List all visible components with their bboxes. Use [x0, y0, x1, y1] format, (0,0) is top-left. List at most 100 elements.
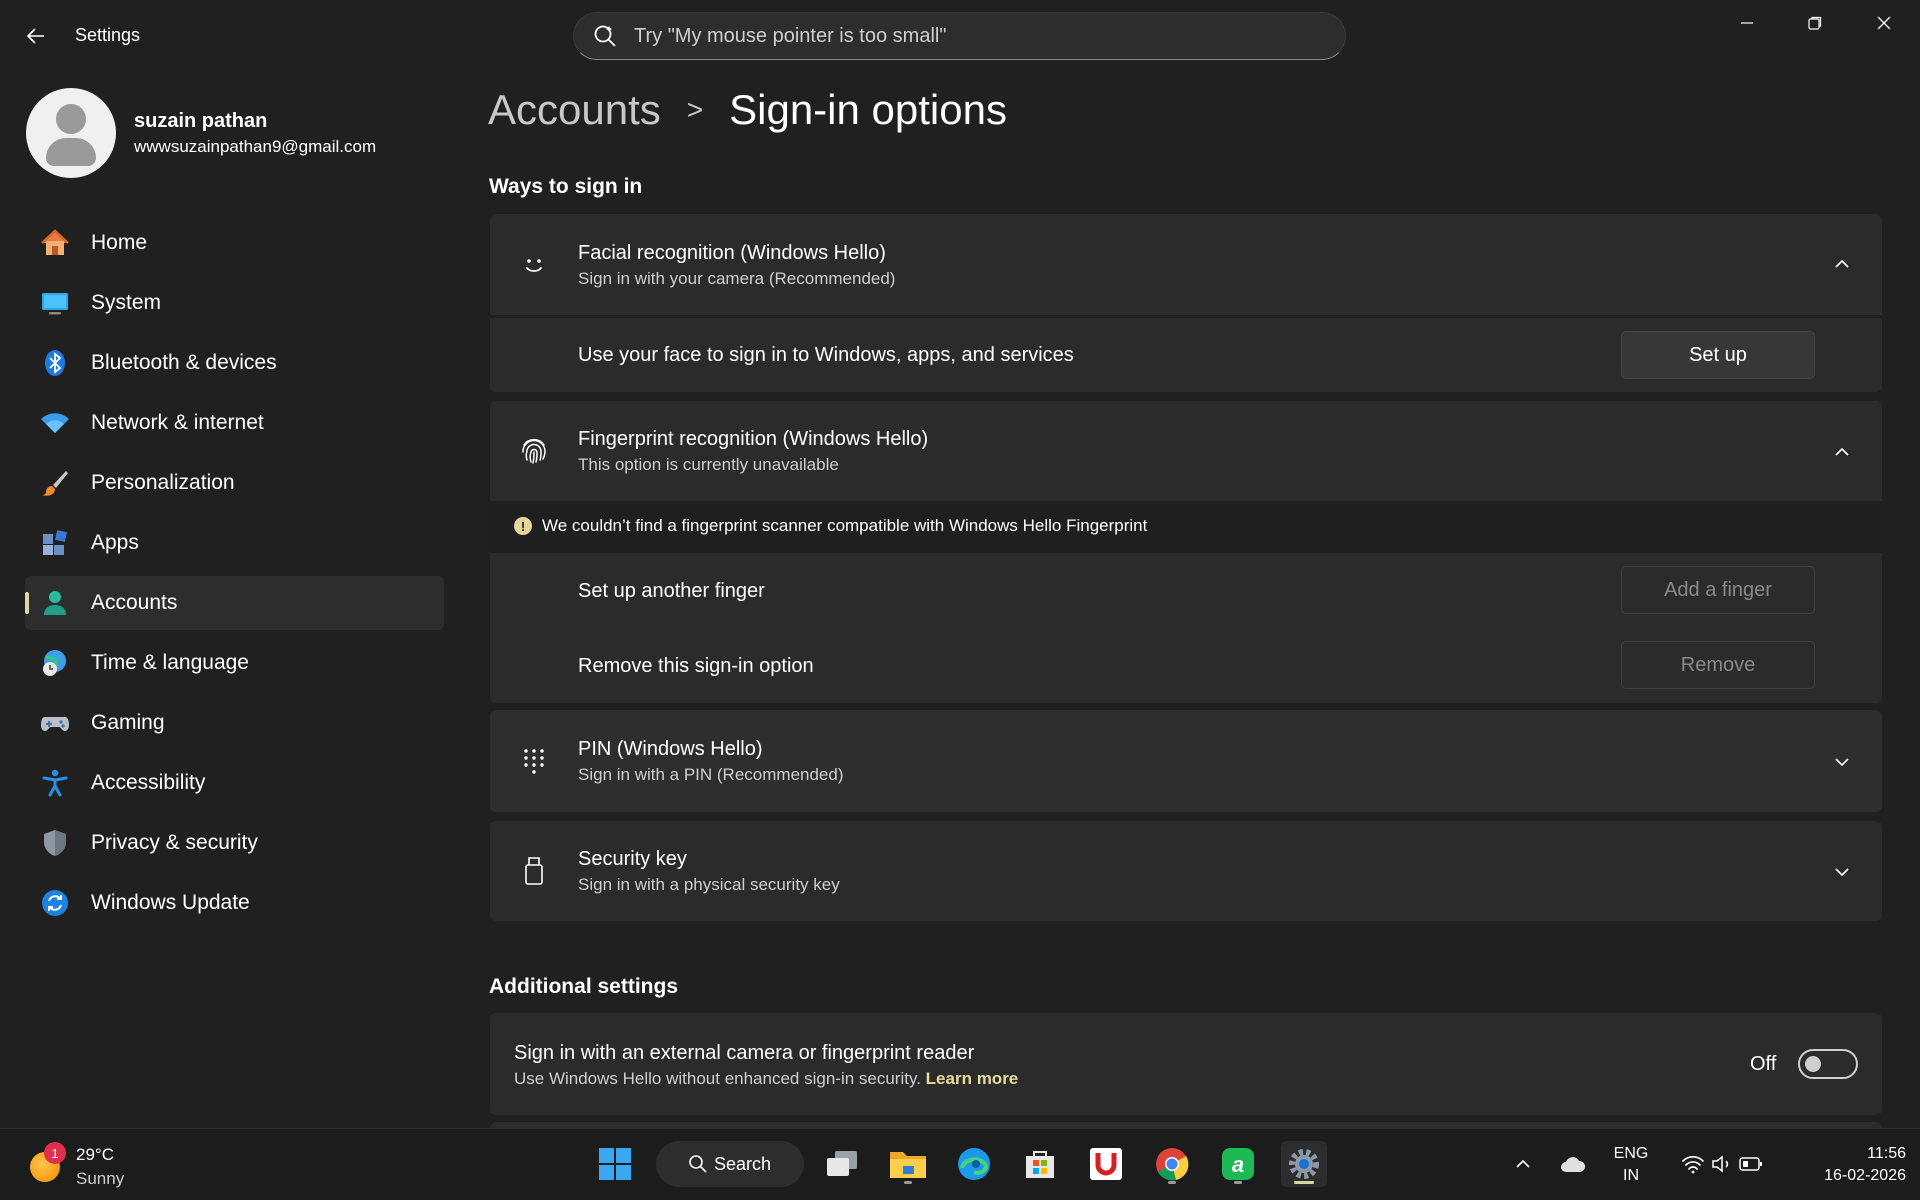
card-subtitle: Sign in with a physical security key: [578, 875, 840, 894]
wifi-icon: [1682, 1155, 1704, 1174]
card-title: Facial recognition (Windows Hello): [578, 242, 886, 264]
warning-icon: !: [514, 517, 532, 535]
row-label-remove-option: Remove this sign-in option: [578, 655, 814, 677]
settings-taskbar-button[interactable]: [1281, 1141, 1327, 1187]
sidebar-item-accounts[interactable]: Accounts: [25, 576, 444, 630]
svg-text:a: a: [1232, 1152, 1244, 1177]
sidebar-item-label: System: [91, 291, 162, 314]
clock[interactable]: 11:56 16-02-2026: [1790, 1143, 1906, 1187]
sidebar-item-label: Accessibility: [91, 771, 206, 794]
profile-email: wwwsuzainpathan9@gmail.com: [134, 136, 377, 156]
section-title-additional-settings: Additional settings: [489, 975, 678, 998]
sidebar-item-gaming[interactable]: Gaming: [25, 696, 444, 750]
close-icon: [1877, 16, 1891, 30]
learn-more-link[interactable]: Learn more: [926, 1069, 1019, 1088]
user-profile[interactable]: suzain pathan wwwsuzainpathan9@gmail.com: [26, 88, 376, 178]
update-icon: [39, 887, 71, 919]
sidebar-item-privacy[interactable]: Privacy & security: [25, 816, 444, 870]
red-app-icon: [1090, 1148, 1122, 1180]
pinned-app-button[interactable]: [1083, 1141, 1129, 1187]
clock-date: 16-02-2026: [1824, 1167, 1906, 1184]
start-button[interactable]: [592, 1141, 638, 1187]
taskbar: 1 29°C Sunny Search a ENG IN 11:56 16-02…: [0, 1128, 1920, 1200]
bluetooth-icon: [39, 347, 71, 379]
minimize-button[interactable]: [1713, 0, 1781, 46]
add-a-finger-button[interactable]: Add a finger: [1621, 566, 1815, 614]
language-code: ENG: [1613, 1145, 1649, 1162]
sidebar-item-bluetooth[interactable]: Bluetooth & devices: [25, 336, 444, 390]
restore-button[interactable]: [1781, 0, 1849, 46]
accounts-icon: [39, 587, 71, 619]
row-label: Use your face to sign in to Windows, app…: [578, 344, 1074, 366]
sidebar-item-accessibility[interactable]: Accessibility: [25, 756, 444, 810]
sidebar-item-label: Bluetooth & devices: [91, 351, 277, 374]
fingerprint-recognition-card[interactable]: Fingerprint recognition (Windows Hello) …: [490, 401, 1882, 501]
file-explorer-button[interactable]: [885, 1141, 931, 1187]
gear-icon: [1289, 1149, 1319, 1179]
sidebar-item-label: Personalization: [91, 471, 235, 494]
weather-temperature: 29°C: [76, 1145, 114, 1164]
chevron-up-icon[interactable]: [1830, 440, 1854, 464]
store-icon: [1026, 1151, 1054, 1178]
search-icon: [594, 25, 616, 47]
shield-icon: [39, 827, 71, 859]
language-indicator[interactable]: ENG IN: [1608, 1143, 1654, 1187]
set-up-button[interactable]: Set up: [1621, 331, 1815, 379]
remove-button[interactable]: Remove: [1621, 641, 1815, 689]
sidebar-item-windows-update[interactable]: Windows Update: [25, 876, 444, 930]
edge-button[interactable]: [951, 1141, 997, 1187]
accessibility-icon: [39, 767, 71, 799]
weather-widget[interactable]: 1 29°C Sunny: [30, 1142, 124, 1191]
facial-setup-row: Use your face to sign in to Windows, app…: [490, 318, 1882, 392]
back-button[interactable]: [18, 20, 54, 52]
green-a-app-icon: a: [1222, 1148, 1254, 1180]
close-button[interactable]: [1850, 0, 1918, 46]
volume-icon: [1712, 1155, 1729, 1173]
sidebar-item-personalization[interactable]: Personalization: [25, 456, 444, 510]
card-title: Security key: [578, 848, 687, 870]
chevron-up-icon[interactable]: [1830, 252, 1854, 276]
green-app-button[interactable]: a: [1215, 1141, 1261, 1187]
sidebar-item-system[interactable]: System: [25, 276, 444, 330]
sidebar-item-label: Home: [91, 231, 148, 254]
warning-text: We couldn’t find a fingerprint scanner c…: [542, 516, 1148, 535]
sidebar-item-home[interactable]: Home: [25, 216, 444, 270]
battery-icon: [1739, 1157, 1762, 1171]
edge-icon: [958, 1148, 990, 1180]
apps-icon: [39, 527, 71, 559]
breadcrumb-separator: >: [686, 94, 704, 125]
facial-recognition-card[interactable]: Facial recognition (Windows Hello) Sign …: [490, 214, 1882, 315]
settings-search-box[interactable]: [573, 12, 1346, 60]
folder-icon: [890, 1152, 926, 1178]
title-bar: Settings: [0, 0, 1920, 72]
card-subtitle: Sign in with your camera (Recommended): [578, 269, 896, 288]
row-label-set-up-finger: Set up another finger: [578, 580, 765, 602]
chrome-button[interactable]: [1149, 1141, 1195, 1187]
cloud-icon: [1561, 1157, 1586, 1172]
usb-key-icon: [516, 853, 552, 889]
store-button[interactable]: [1017, 1141, 1063, 1187]
sidebar-item-network[interactable]: Network & internet: [25, 396, 444, 450]
sidebar-nav: Home System Bluetooth & devices Network …: [25, 216, 444, 936]
chevron-down-icon[interactable]: [1830, 860, 1854, 884]
sidebar-item-apps[interactable]: Apps: [25, 516, 444, 570]
card-title: Sign in with an external camera or finge…: [514, 1042, 975, 1064]
chevron-down-icon[interactable]: [1830, 750, 1854, 774]
pin-card[interactable]: PIN (Windows Hello) Sign in with a PIN (…: [490, 710, 1882, 812]
external-camera-card: Sign in with an external camera or finge…: [490, 1013, 1882, 1115]
sidebar-item-label: Network & internet: [91, 411, 264, 434]
external-camera-toggle[interactable]: [1798, 1049, 1858, 1079]
taskbar-search[interactable]: Search: [656, 1141, 804, 1187]
card-subtitle: Use Windows Hello without enhanced sign-…: [514, 1069, 921, 1088]
card-subtitle: Sign in with a PIN (Recommended): [578, 765, 844, 784]
onedrive-button[interactable]: [1553, 1141, 1593, 1187]
show-hidden-icons-button[interactable]: [1503, 1141, 1543, 1187]
breadcrumb-parent[interactable]: Accounts: [488, 86, 661, 134]
sidebar-item-label: Accounts: [91, 591, 178, 614]
search-input[interactable]: [634, 24, 1314, 48]
quick-settings-button[interactable]: [1672, 1141, 1772, 1187]
task-view-button[interactable]: [819, 1141, 865, 1187]
security-key-card[interactable]: Security key Sign in with a physical sec…: [490, 821, 1882, 921]
sun-icon: 1: [30, 1142, 66, 1182]
sidebar-item-time-language[interactable]: Time & language: [25, 636, 444, 690]
